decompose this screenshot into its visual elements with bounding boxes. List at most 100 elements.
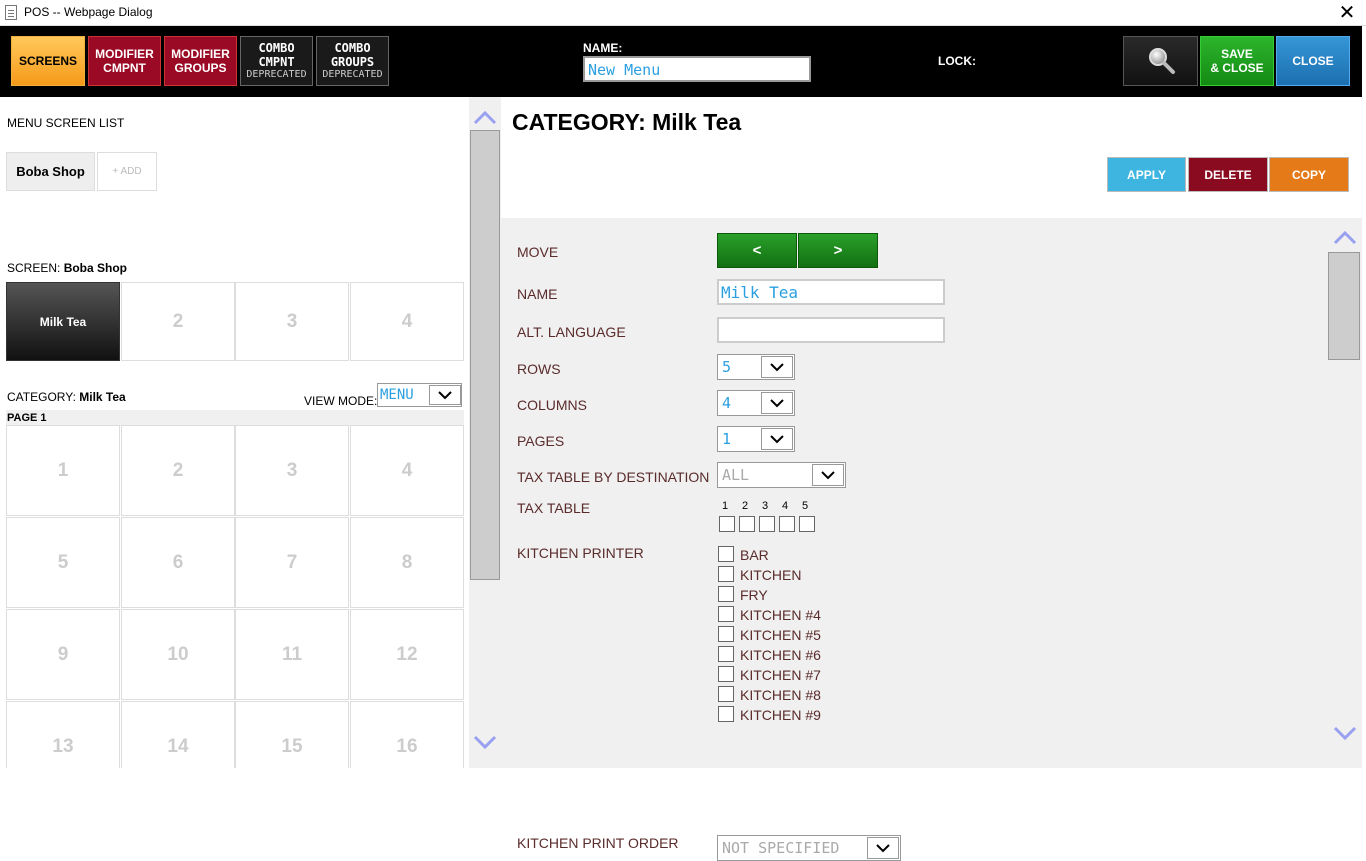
chevron-down-icon [812,464,844,486]
form-scrollbar[interactable] [1328,218,1362,768]
save-label-line2: & CLOSE [1210,61,1264,75]
tab-label-line1: COMBO [258,41,295,55]
screen-cell-2[interactable]: 2 [121,282,235,361]
search-button[interactable] [1123,36,1198,86]
chevron-up-icon[interactable] [473,110,497,126]
move-prev-button[interactable]: < [717,233,797,268]
tax-dest-select[interactable]: ALL [717,462,846,488]
toolbar: SCREENS MODIFIER CMPNT MODIFIER GROUPS C… [0,26,1362,97]
category-grid-cell[interactable]: 10 [121,609,235,700]
screen-cell-1[interactable]: Milk Tea [6,282,120,361]
columns-value: 4 [722,394,732,412]
move-next-button[interactable]: > [798,233,878,268]
search-icon [1148,48,1175,74]
tab-screens[interactable]: SCREENS [11,36,85,86]
apply-button[interactable]: APPLY [1107,157,1186,192]
view-mode-select[interactable]: MENU [377,383,462,407]
screen-cell-3[interactable]: 3 [235,282,349,361]
kitchen-printer-checkbox[interactable] [718,686,734,702]
rows-select[interactable]: 5 [717,354,795,380]
category-grid-cell[interactable]: 6 [121,517,235,608]
save-and-close-button[interactable]: SAVE & CLOSE [1200,36,1274,86]
kitchen-printer-label: KITCHEN PRINTER [517,545,644,561]
kitchen-printer-checkbox[interactable] [718,626,734,642]
add-screen-button[interactable]: + ADD [97,152,157,191]
kitchen-printer-label-item: KITCHEN #7 [740,667,821,683]
columns-select[interactable]: 4 [717,390,795,416]
kitchen-printer-checkbox[interactable] [718,606,734,622]
category-grid-cell[interactable]: 9 [6,609,120,700]
print-order-select[interactable]: NOT SPECIFIED [717,835,901,861]
tax-num: 4 [782,500,789,512]
delete-button[interactable]: DELETE [1188,157,1268,192]
view-mode-value: MENU [380,387,414,403]
category-grid-cell[interactable]: 16 [350,701,464,768]
menu-screen-chip[interactable]: Boba Shop [6,152,95,191]
tax-table-checkbox-2[interactable] [739,516,755,532]
tax-num: 3 [762,500,769,512]
right-pane: CATEGORY: Milk Tea APPLY DELETE COPY MOV… [501,97,1362,861]
name-label: NAME: [583,41,623,55]
kitchen-printer-label-item: KITCHEN [740,567,802,583]
window-titlebar: POS -- Webpage Dialog ✕ [0,0,1366,26]
tab-combo-cmpnt[interactable]: COMBO CMPNT DEPRECATED [240,36,313,86]
screen-name: Boba Shop [63,261,128,275]
alt-language-input[interactable] [717,317,945,343]
chevron-up-icon[interactable] [1333,230,1357,246]
tax-table-checkbox-4[interactable] [779,516,795,532]
screen-cell-4[interactable]: 4 [350,282,464,361]
category-grid-cell[interactable]: 11 [235,609,349,700]
category-grid-cell[interactable]: 1 [6,425,120,516]
chevron-down-icon [429,385,461,405]
kitchen-printer-checkbox[interactable] [718,566,734,582]
tab-label-line1: MODIFIER [171,47,230,61]
left-scrollbar[interactable] [469,97,501,768]
pages-select[interactable]: 1 [717,426,795,452]
close-label: CLOSE [1292,54,1334,68]
kitchen-printer-label-item: KITCHEN #8 [740,687,821,703]
category-grid-cell[interactable]: 15 [235,701,349,768]
name-label: NAME [517,286,558,302]
tax-num: 5 [802,500,809,512]
chevron-down-icon[interactable] [1333,725,1357,741]
kitchen-printer-checkbox[interactable] [718,666,734,682]
tax-table-checkbox-3[interactable] [759,516,775,532]
chevron-down-icon [761,356,793,378]
category-name-input[interactable]: Milk Tea [717,279,945,305]
tab-label-line2: CMPNT [103,61,146,75]
screen-prefix: SCREEN: [7,261,61,275]
category-grid-cell[interactable]: 7 [235,517,349,608]
category-grid-cell[interactable]: 4 [350,425,464,516]
scrollbar-thumb[interactable] [1328,252,1360,360]
tab-modifier-cmpnt[interactable]: MODIFIER CMPNT [88,36,161,86]
category-prefix: CATEGORY: [7,390,76,404]
category-grid-cell[interactable]: 2 [121,425,235,516]
kitchen-printer-checkbox[interactable] [718,586,734,602]
document-icon [5,5,17,20]
kitchen-printer-checkbox[interactable] [718,546,734,562]
tab-modifier-groups[interactable]: MODIFIER GROUPS [164,36,237,86]
tab-label-line2: CMPNT [258,55,295,69]
kitchen-printer-checkbox[interactable] [718,646,734,662]
chevron-down-icon[interactable] [473,734,497,750]
window-close-button[interactable]: ✕ [1336,1,1358,25]
tax-num: 1 [722,500,729,512]
close-button[interactable]: CLOSE [1276,36,1350,86]
category-grid-cell[interactable]: 14 [121,701,235,768]
scrollbar-thumb[interactable] [470,130,500,580]
category-grid-cell[interactable]: 13 [6,701,120,768]
pages-label: PAGES [517,433,565,449]
tab-combo-groups[interactable]: COMBO GROUPS DEPRECATED [316,36,389,86]
tax-table-checkbox-5[interactable] [799,516,815,532]
menu-name-input[interactable]: New Menu [583,56,811,82]
category-grid-cell[interactable]: 3 [235,425,349,516]
tax-table-checkbox-1[interactable] [719,516,735,532]
kitchen-printer-checkbox[interactable] [718,706,734,722]
tax-num: 2 [742,500,749,512]
category-grid-cell[interactable]: 8 [350,517,464,608]
category-grid-cell[interactable]: 12 [350,609,464,700]
print-order-label: KITCHEN PRINT ORDER [517,835,679,851]
category-grid-cell[interactable]: 5 [6,517,120,608]
deprecated-label: DEPRECATED [322,69,383,80]
copy-button[interactable]: COPY [1269,157,1349,192]
